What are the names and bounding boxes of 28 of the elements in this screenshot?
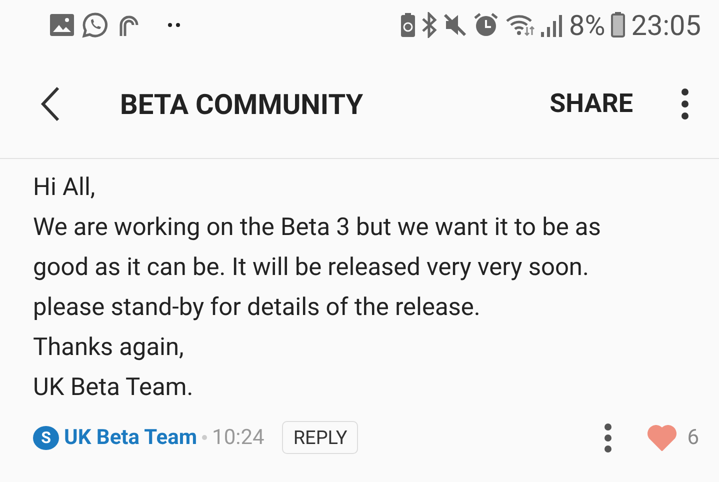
more-options-button[interactable]: [681, 88, 689, 120]
wifi-icon: [505, 13, 536, 37]
dots-icon: [168, 23, 180, 27]
alarm-clock-icon: [473, 12, 500, 38]
post-options-button[interactable]: [604, 422, 612, 452]
chat-bubble-icon: [82, 12, 108, 38]
bluetooth-icon: [421, 12, 438, 38]
author-badge: S: [33, 426, 59, 450]
gallery-icon: [50, 14, 74, 36]
signal-icon: [541, 13, 564, 37]
post-text-line: please stand-by for details of the release.: [33, 291, 482, 323]
battery-percentage: 8%: [569, 8, 606, 42]
post-text-line: UK Beta Team.: [33, 371, 194, 403]
post-text-line: Thanks again,: [33, 331, 185, 363]
page-title: BETA COMMUNITY: [120, 88, 364, 120]
separator-dot: [202, 435, 208, 440]
reply-button[interactable]: REPLY: [282, 421, 358, 454]
author-link[interactable]: UK Beta Team: [64, 426, 198, 450]
like-count: 6: [687, 426, 699, 450]
share-button[interactable]: SHARE: [550, 89, 633, 119]
post-text-line: good as it can be. It will be released very very soon.: [33, 251, 590, 283]
clock-time: 23:05: [631, 8, 701, 42]
post-text-line: We are working on the Beta 3 but we want it to be as: [33, 211, 602, 243]
battery-saver-icon: [401, 13, 416, 37]
muted-speaker-icon: [443, 13, 468, 37]
post-text-line: Hi All,: [33, 171, 96, 203]
post-time: 10:24: [212, 426, 264, 450]
battery-icon: [611, 12, 626, 38]
